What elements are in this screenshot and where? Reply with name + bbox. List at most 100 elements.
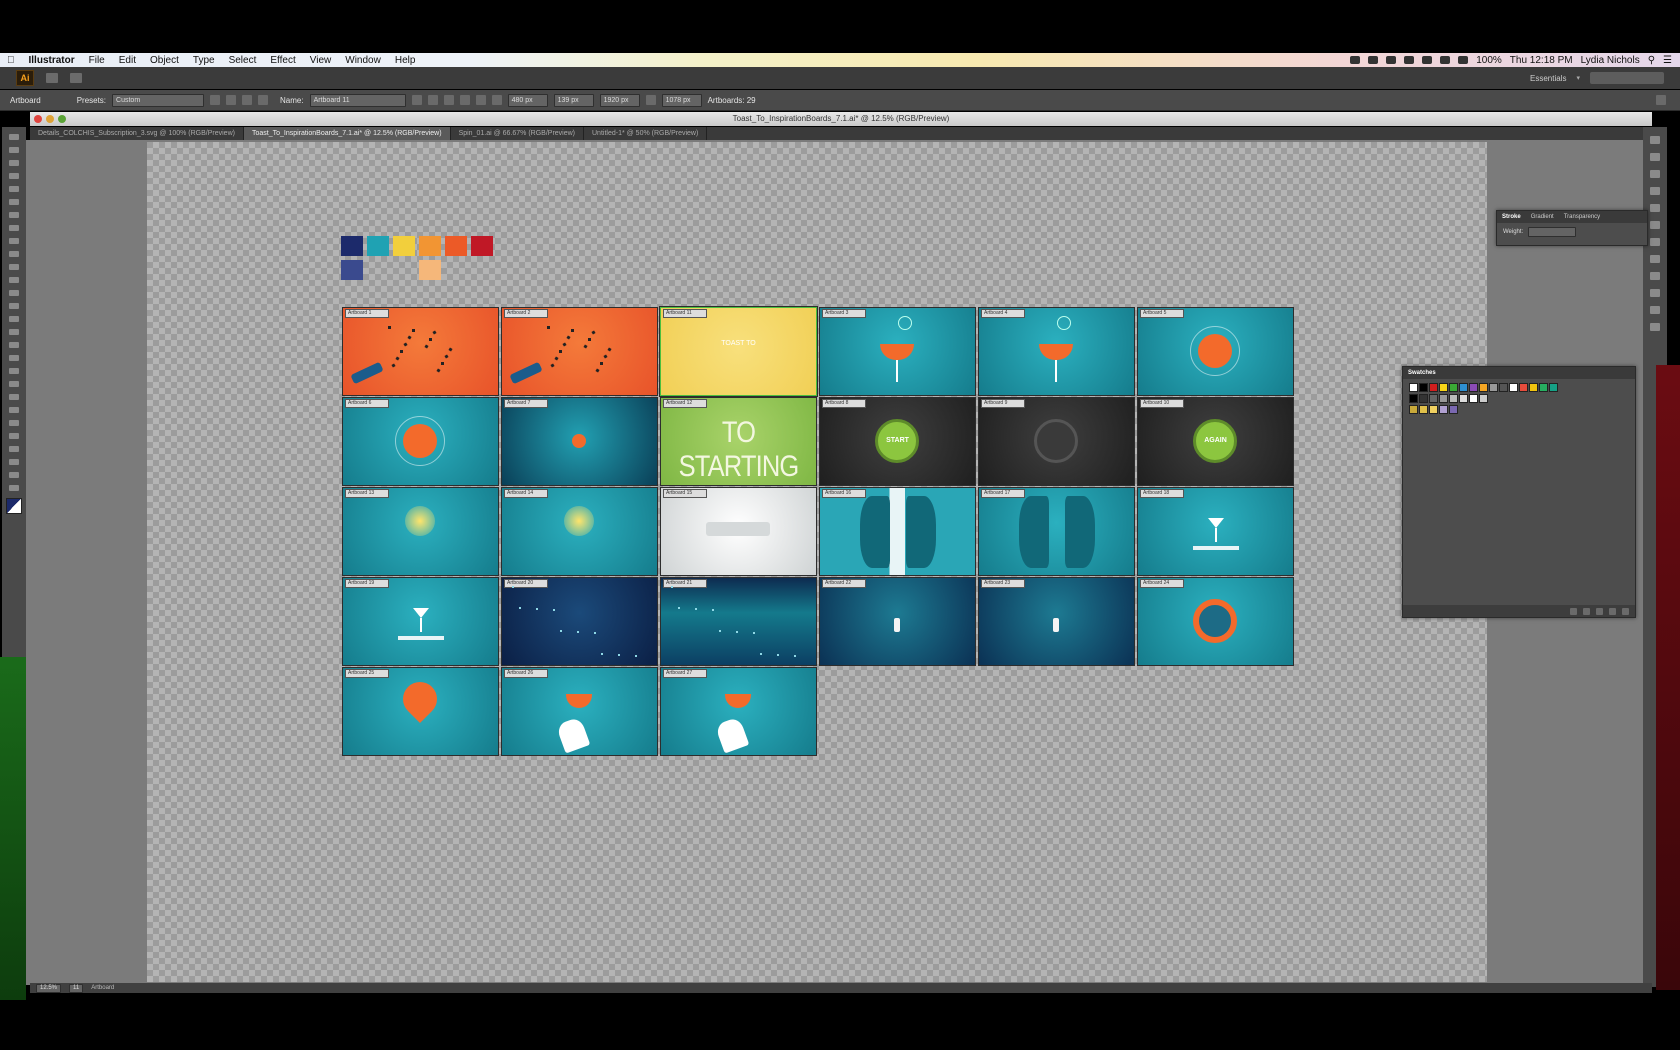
artboard-label[interactable]: Artboard 2 bbox=[504, 309, 548, 318]
artboard-thumbnail[interactable]: Artboard 14 bbox=[502, 488, 657, 575]
artboard-label[interactable]: Artboard 6 bbox=[345, 399, 389, 408]
free-transform-tool-icon[interactable] bbox=[9, 329, 19, 335]
swatch-library-icon[interactable] bbox=[1570, 607, 1577, 615]
artboard-thumbnail[interactable]: Artboard 1 bbox=[343, 308, 498, 395]
artboard-nav-field[interactable]: 11 bbox=[69, 983, 84, 993]
align-center-icon[interactable] bbox=[459, 95, 470, 105]
appearance-panel-icon[interactable] bbox=[1650, 272, 1660, 280]
menu-effect[interactable]: Effect bbox=[263, 55, 302, 66]
artboard-label[interactable]: Artboard 8 bbox=[822, 399, 866, 408]
evernote-icon[interactable] bbox=[1368, 56, 1379, 64]
artboard-label[interactable]: Artboard 18 bbox=[1140, 489, 1184, 498]
width-tool-icon[interactable] bbox=[9, 316, 19, 322]
swatch-chip[interactable] bbox=[1419, 383, 1428, 392]
swatch-chip[interactable] bbox=[1509, 383, 1518, 392]
artboard-thumbnail[interactable]: Artboard 18 bbox=[1138, 488, 1293, 575]
paintbrush-tool-icon[interactable] bbox=[9, 238, 19, 244]
user-name[interactable]: Lydia Nichols bbox=[1581, 55, 1640, 66]
swatch-chip[interactable] bbox=[1479, 383, 1488, 392]
distribute-icon[interactable] bbox=[491, 95, 502, 105]
link-proportions-icon[interactable] bbox=[645, 95, 656, 105]
pencil-tool-icon[interactable] bbox=[9, 251, 19, 257]
blob-brush-tool-icon[interactable] bbox=[9, 264, 19, 270]
menu-file[interactable]: File bbox=[82, 55, 112, 66]
stroke-panel-icon[interactable] bbox=[1650, 221, 1660, 229]
color-guide-panel-icon[interactable] bbox=[1650, 153, 1660, 161]
swatch-chip[interactable] bbox=[1429, 383, 1438, 392]
document-tab[interactable]: Untitled-1* @ 50% (RGB/Preview) bbox=[584, 127, 708, 140]
artboard-label[interactable]: Artboard 14 bbox=[504, 489, 548, 498]
artboard-label[interactable]: Artboard 13 bbox=[345, 489, 389, 498]
height-input[interactable]: 1078 px bbox=[661, 93, 702, 107]
slice-tool-icon[interactable] bbox=[9, 459, 19, 465]
wifi-icon[interactable] bbox=[1422, 56, 1433, 64]
symbols-panel-icon[interactable] bbox=[1650, 204, 1660, 212]
scale-tool-icon[interactable] bbox=[9, 303, 19, 309]
palette-chip[interactable] bbox=[341, 236, 363, 256]
layers-panel-icon[interactable] bbox=[1650, 306, 1660, 314]
artboard-thumbnail[interactable]: Artboard 20 bbox=[502, 578, 657, 665]
swatches-tab[interactable]: Swatches bbox=[1403, 370, 1441, 376]
blend-tool-icon[interactable] bbox=[9, 407, 19, 413]
delete-artboard-icon[interactable] bbox=[258, 95, 269, 105]
artboard-thumbnail[interactable]: Artboard 27 bbox=[661, 668, 816, 755]
artboard-label[interactable]: Artboard 5 bbox=[1140, 309, 1184, 318]
swatch-chip[interactable] bbox=[1439, 383, 1448, 392]
artboard-label[interactable]: Artboard 9 bbox=[981, 399, 1025, 408]
bridge-icon[interactable] bbox=[46, 73, 58, 83]
artboard-thumbnail[interactable]: Artboard 26 bbox=[502, 668, 657, 755]
artboard-label[interactable]: Artboard 10 bbox=[1140, 399, 1184, 408]
new-swatch-icon[interactable] bbox=[1609, 607, 1616, 615]
document-tab[interactable]: Details_COLCHIS_Subscription_3.svg @ 100… bbox=[30, 127, 244, 140]
reference-point-icon[interactable] bbox=[427, 95, 438, 105]
artboard-label[interactable]: Artboard 1 bbox=[345, 309, 389, 318]
menu-object[interactable]: Object bbox=[143, 55, 186, 66]
close-window-icon[interactable] bbox=[34, 115, 42, 123]
swatches-panel-icon[interactable] bbox=[1650, 170, 1660, 178]
graphic-styles-panel-icon[interactable] bbox=[1650, 289, 1660, 297]
gradient-panel-icon[interactable] bbox=[1650, 238, 1660, 246]
swatch-chip[interactable] bbox=[1419, 405, 1428, 414]
menu-illustrator[interactable]: Illustrator bbox=[22, 55, 82, 66]
clock[interactable]: Thu 12:18 PM bbox=[1510, 55, 1573, 66]
rectangle-tool-icon[interactable] bbox=[9, 225, 19, 231]
palette-chip[interactable] bbox=[445, 236, 467, 256]
panel-menu-icon[interactable] bbox=[1656, 95, 1666, 105]
transparency-panel-icon[interactable] bbox=[1650, 255, 1660, 263]
swatch-chip[interactable] bbox=[1429, 405, 1438, 414]
zoom-window-icon[interactable] bbox=[58, 115, 66, 123]
magic-wand-tool-icon[interactable] bbox=[9, 160, 19, 166]
artboard-thumbnail[interactable]: Artboard 19 bbox=[343, 578, 498, 665]
artboard-thumbnail[interactable]: Artboard 7 bbox=[502, 398, 657, 485]
zoom-field[interactable]: 12.5% bbox=[36, 983, 62, 993]
swatch-chip[interactable] bbox=[1489, 383, 1498, 392]
artboard-label[interactable]: Artboard 7 bbox=[504, 399, 548, 408]
time-machine-icon[interactable] bbox=[1386, 56, 1397, 64]
artboard-thumbnail[interactable]: Artboard 25 bbox=[343, 668, 498, 755]
search-help-input[interactable] bbox=[1590, 72, 1664, 84]
lasso-tool-icon[interactable] bbox=[9, 173, 19, 179]
new-artboard-icon[interactable] bbox=[242, 95, 253, 105]
artboard-label[interactable]: Artboard 24 bbox=[1140, 579, 1184, 588]
swatch-chip[interactable] bbox=[1409, 383, 1418, 392]
bluetooth-icon[interactable] bbox=[1404, 56, 1415, 64]
perspective-tool-icon[interactable] bbox=[9, 355, 19, 361]
swatch-chip[interactable] bbox=[1529, 383, 1538, 392]
mesh-tool-icon[interactable] bbox=[9, 368, 19, 374]
swatch-chip[interactable] bbox=[1449, 394, 1458, 403]
eraser-tool-icon[interactable] bbox=[9, 277, 19, 283]
swatch-chip[interactable] bbox=[1459, 383, 1468, 392]
swatch-chip[interactable] bbox=[1479, 394, 1488, 403]
status-mode[interactable]: Artboard bbox=[91, 985, 114, 991]
document-tab[interactable]: Spin_01.ai @ 66.67% (RGB/Preview) bbox=[451, 127, 584, 140]
artboard-label[interactable]: Artboard 16 bbox=[822, 489, 866, 498]
artboard-label[interactable]: Artboard 27 bbox=[663, 669, 707, 678]
palette-chip[interactable] bbox=[419, 236, 441, 256]
pen-tool-icon[interactable] bbox=[9, 186, 19, 192]
artboard-tool-icon[interactable] bbox=[9, 446, 19, 452]
swatch-chip[interactable] bbox=[1499, 383, 1508, 392]
artboard-thumbnail[interactable]: Artboard 4 bbox=[979, 308, 1134, 395]
width-input[interactable]: 1920 px bbox=[599, 93, 640, 107]
move-with-artboard-icon[interactable] bbox=[411, 95, 422, 105]
swatch-chip[interactable] bbox=[1409, 405, 1418, 414]
